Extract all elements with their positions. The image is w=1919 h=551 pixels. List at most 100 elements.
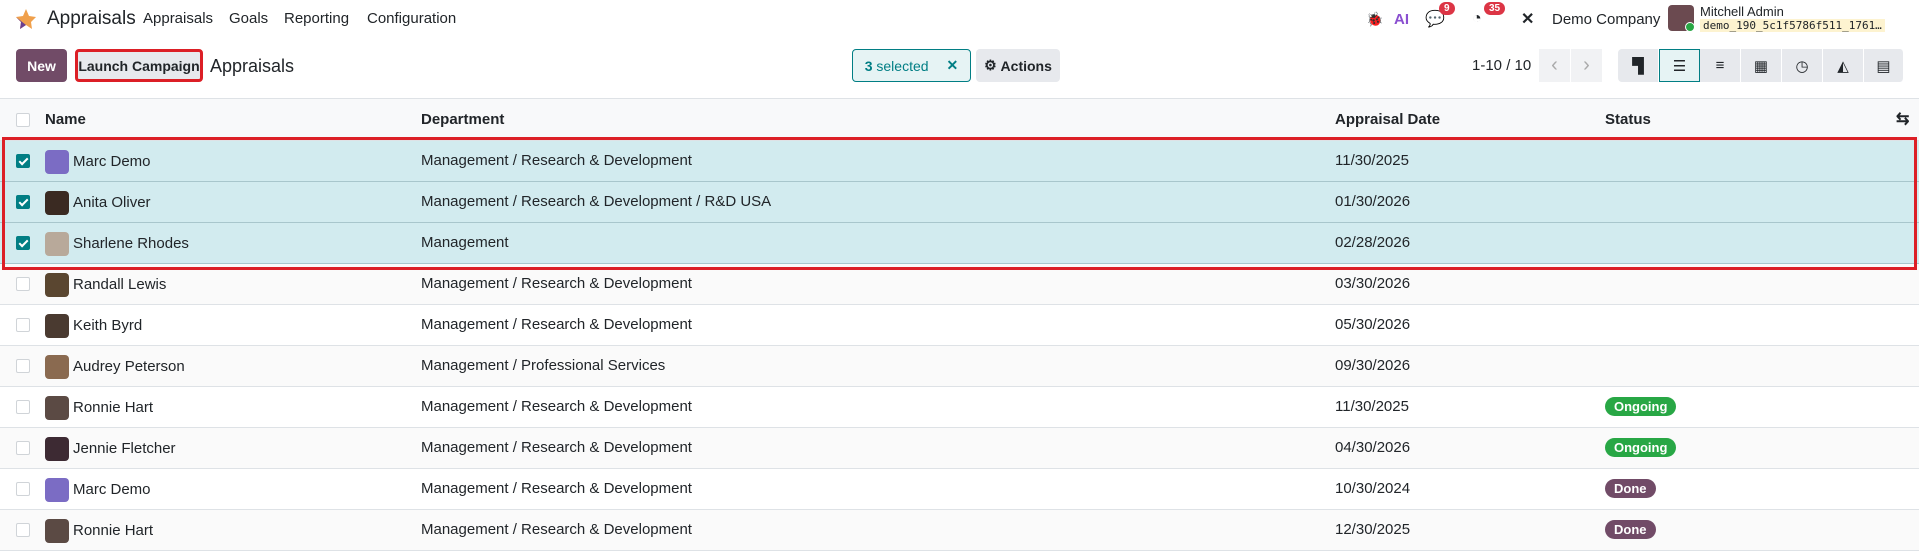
new-button[interactable]: New xyxy=(16,49,67,82)
menu-configuration[interactable]: Configuration xyxy=(367,10,456,27)
menu-appraisals[interactable]: Appraisals xyxy=(143,10,213,27)
appraisal-date: 05/30/2026 xyxy=(1335,316,1411,333)
row-checkbox[interactable] xyxy=(16,318,30,332)
department: Management / Research & Development xyxy=(421,521,692,538)
table-row[interactable]: Audrey Peterson Management / Professiona… xyxy=(0,346,1919,387)
status-badge: Done xyxy=(1605,520,1656,539)
activity-view-icon[interactable]: ◷ xyxy=(1782,49,1823,82)
employee-avatar xyxy=(45,232,69,256)
table-row[interactable]: Keith Byrd Management / Research & Devel… xyxy=(0,305,1919,346)
breadcrumb-title: Appraisals xyxy=(210,56,295,76)
menu-goals[interactable]: Goals xyxy=(229,10,268,27)
appraisal-date: 01/30/2026 xyxy=(1335,193,1411,210)
column-name[interactable]: Name xyxy=(45,111,86,128)
row-checkbox[interactable] xyxy=(16,359,30,373)
appraisal-date: 03/30/2026 xyxy=(1335,275,1411,292)
select-all-checkbox[interactable] xyxy=(16,113,30,127)
appraisal-date: 10/30/2024 xyxy=(1335,480,1411,497)
pager-value[interactable]: 1-10 / 10 xyxy=(1472,57,1531,74)
row-checkbox[interactable] xyxy=(16,236,30,250)
company-switcher[interactable]: Demo Company xyxy=(1552,6,1660,32)
appraisal-date: 12/30/2025 xyxy=(1335,521,1411,538)
table-row[interactable]: Jennie Fletcher Management / Research & … xyxy=(0,428,1919,469)
actions-button[interactable]: ⚙ Actions xyxy=(976,49,1060,82)
row-checkbox[interactable] xyxy=(16,195,30,209)
row-checkbox[interactable] xyxy=(16,277,30,291)
employee-name: Ronnie Hart xyxy=(73,522,154,539)
kanban-view-icon[interactable]: ▜ xyxy=(1618,49,1659,82)
appraisals-app-icon[interactable] xyxy=(15,8,37,30)
unselect-all-icon[interactable]: ✕ xyxy=(947,57,959,74)
database-name: demo_190_5c1f5786f511_1761… xyxy=(1700,19,1885,32)
user-menu[interactable]: Mitchell Admin demo_190_5c1f5786f511_176… xyxy=(1668,4,1918,33)
clock-icon: ◔ xyxy=(1472,10,1482,27)
activities-badge: 35 xyxy=(1484,2,1506,15)
row-checkbox[interactable] xyxy=(16,441,30,455)
table-row[interactable]: Ronnie Hart Management / Research & Deve… xyxy=(0,510,1919,551)
messages-button[interactable]: 💬 9 xyxy=(1425,2,1455,32)
selected-label: selected xyxy=(876,57,929,74)
department: Management / Research & Development xyxy=(421,480,692,497)
employee-name: Jennie Fletcher xyxy=(73,440,176,457)
employee-avatar xyxy=(45,150,69,174)
employee-avatar xyxy=(45,437,69,461)
pivot-view-icon[interactable]: ▤ xyxy=(1864,49,1904,82)
row-checkbox[interactable] xyxy=(16,482,30,496)
gantt-view-icon[interactable]: ≡ xyxy=(1700,49,1741,82)
appraisal-date: 02/28/2026 xyxy=(1335,234,1411,251)
gear-icon: ⚙ xyxy=(984,57,997,73)
table-row[interactable]: Marc Demo Management / Research & Develo… xyxy=(0,469,1919,510)
menu-reporting[interactable]: Reporting xyxy=(284,10,349,27)
user-name: Mitchell Admin xyxy=(1700,4,1784,19)
row-checkbox[interactable] xyxy=(16,523,30,537)
ai-icon[interactable]: AI xyxy=(1394,6,1409,32)
employee-avatar xyxy=(45,314,69,338)
messages-badge: 9 xyxy=(1439,2,1455,15)
pager-next-icon[interactable]: › xyxy=(1571,49,1603,82)
column-appraisal-date[interactable]: Appraisal Date xyxy=(1335,111,1440,128)
tools-icon[interactable]: ✕ xyxy=(1521,6,1534,32)
table-row[interactable]: Anita Oliver Management / Research & Dev… xyxy=(0,182,1919,223)
selection-box: 3 selected ✕ xyxy=(852,49,971,82)
online-status-icon xyxy=(1685,22,1695,32)
column-status[interactable]: Status xyxy=(1605,111,1651,128)
table-row[interactable]: Marc Demo Management / Research & Develo… xyxy=(0,141,1919,182)
row-checkbox[interactable] xyxy=(16,400,30,414)
column-department[interactable]: Department xyxy=(421,111,504,128)
department: Management / Research & Development xyxy=(421,398,692,415)
table-row[interactable]: Randall Lewis Management / Research & De… xyxy=(0,264,1919,305)
graph-view-icon[interactable]: ◭ xyxy=(1823,49,1864,82)
employee-name: Audrey Peterson xyxy=(73,358,185,375)
appraisal-date: 11/30/2025 xyxy=(1335,398,1409,415)
row-checkbox[interactable] xyxy=(16,154,30,168)
launch-campaign-button[interactable]: Launch Campaign xyxy=(75,49,203,82)
calendar-view-icon[interactable]: ▦ xyxy=(1741,49,1782,82)
app-name[interactable]: Appraisals xyxy=(47,8,136,30)
employee-name: Randall Lewis xyxy=(73,276,167,293)
status-badge: Ongoing xyxy=(1605,397,1677,416)
employee-avatar xyxy=(45,396,69,420)
appraisal-date: 11/30/2025 xyxy=(1335,152,1409,169)
department: Management / Research & Development xyxy=(421,316,692,333)
department: Management / Research & Development xyxy=(421,275,692,292)
employee-avatar xyxy=(45,273,69,297)
list-view-icon[interactable]: ☰ xyxy=(1659,49,1700,82)
table-row[interactable]: Sharlene Rhodes Management 02/28/2026 xyxy=(0,223,1919,264)
activities-button[interactable]: ◔ 35 xyxy=(1472,2,1506,32)
top-navbar: Appraisals Appraisals Goals Reporting Co… xyxy=(0,0,1919,37)
employee-avatar xyxy=(45,191,69,215)
optional-columns-icon[interactable]: ⇆ xyxy=(1896,109,1909,129)
employee-name: Ronnie Hart xyxy=(73,399,154,416)
employee-avatar xyxy=(45,355,69,379)
employee-name: Sharlene Rhodes xyxy=(73,235,189,252)
department: Management / Research & Development / R&… xyxy=(421,193,772,210)
employee-avatar xyxy=(45,519,69,543)
pager-previous-icon[interactable]: ‹ xyxy=(1539,49,1571,82)
bug-icon[interactable]: 🐞 xyxy=(1366,6,1383,32)
status-badge: Done xyxy=(1605,479,1656,498)
appraisal-date: 09/30/2026 xyxy=(1335,357,1411,374)
employee-name: Marc Demo xyxy=(73,481,151,498)
department: Management / Professional Services xyxy=(421,357,666,374)
table-row[interactable]: Ronnie Hart Management / Research & Deve… xyxy=(0,387,1919,428)
employee-name: Anita Oliver xyxy=(73,194,151,211)
